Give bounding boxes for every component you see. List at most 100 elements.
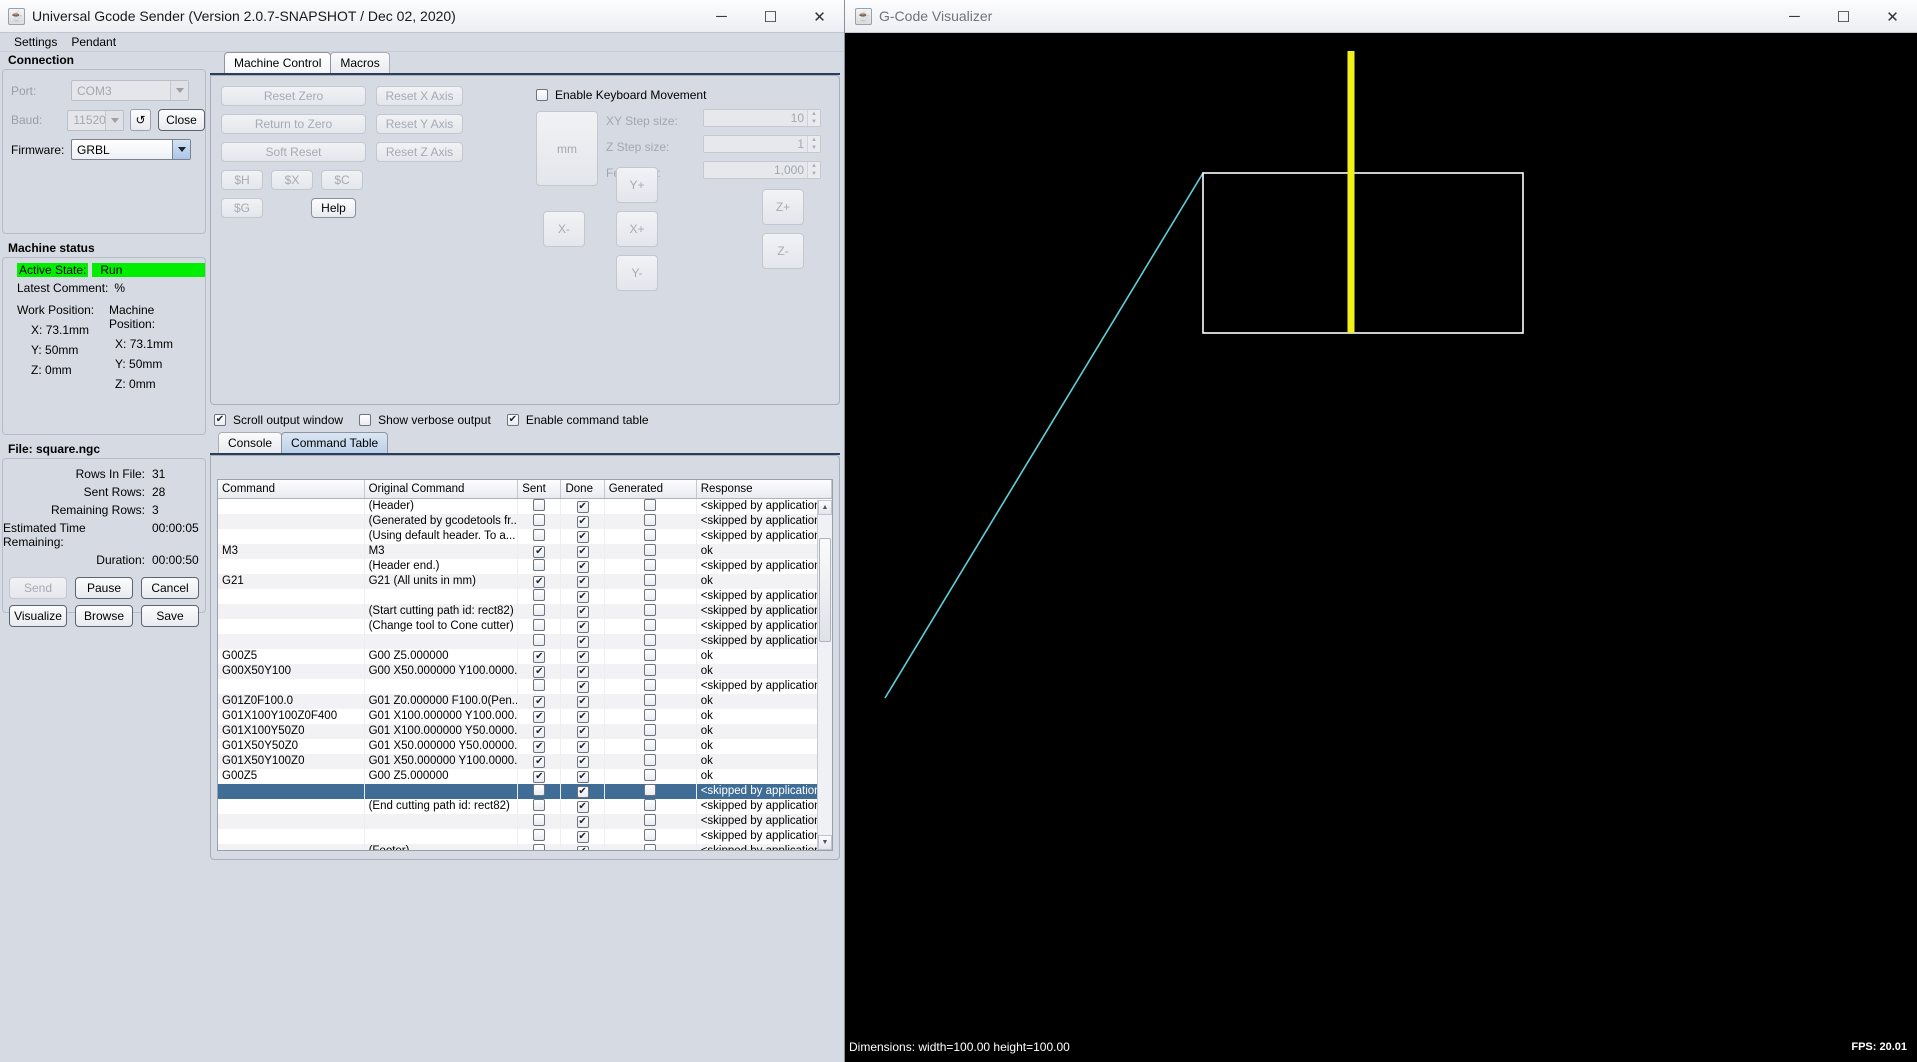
cell-generated-checkbox[interactable]	[644, 783, 657, 796]
cell-generated-checkbox[interactable]	[644, 708, 657, 721]
cell-sent-checkbox[interactable]	[533, 798, 546, 811]
jog-y-plus-button[interactable]: Y+	[616, 167, 658, 203]
cell-generated-checkbox[interactable]	[644, 648, 657, 661]
cell-generated-checkbox[interactable]	[644, 603, 657, 616]
cell-done-checkbox[interactable]	[576, 710, 589, 723]
scroll-down-icon[interactable]: ▼	[818, 835, 832, 850]
cell-done-checkbox[interactable]	[576, 500, 589, 513]
enable-keyboard-movement-row[interactable]: Enable Keyboard Movement	[536, 88, 706, 102]
cell-sent-checkbox[interactable]	[533, 588, 546, 601]
jog-z-minus-button[interactable]: Z-	[762, 233, 804, 269]
cell-sent[interactable]	[517, 753, 562, 769]
table-row[interactable]: (Generated by gcodetools fr... <skipped b…	[218, 513, 832, 529]
cell-done-checkbox[interactable]	[576, 650, 589, 663]
cell-generated[interactable]	[604, 513, 697, 529]
cell-done[interactable]	[560, 708, 605, 724]
cell-sent-checkbox[interactable]	[533, 783, 546, 796]
cell-sent-checkbox[interactable]	[533, 575, 546, 588]
cell-generated[interactable]	[604, 738, 697, 754]
chevron-down-icon[interactable]	[172, 140, 190, 159]
cell-done[interactable]	[560, 798, 605, 814]
cell-generated-checkbox[interactable]	[644, 828, 657, 841]
cell-generated[interactable]	[604, 798, 697, 814]
cell-generated[interactable]	[604, 828, 697, 844]
table-row[interactable]: <skipped by application>	[218, 828, 832, 844]
cell-generated-checkbox[interactable]	[644, 498, 657, 511]
cell-done[interactable]	[560, 678, 605, 694]
cell-done[interactable]	[560, 693, 605, 709]
col-done[interactable]: Done	[560, 480, 605, 499]
visualizer-canvas[interactable]	[845, 33, 1917, 1032]
table-row[interactable]: (Header end.) <skipped by application>	[218, 558, 832, 574]
soft-reset-button[interactable]: Soft Reset	[221, 142, 366, 162]
table-row[interactable]: G01X100Y100Z0F400 G01 X100.000000 Y100.00…	[218, 708, 832, 724]
cell-done-checkbox[interactable]	[576, 725, 589, 738]
tab-machine-control[interactable]: Machine Control	[224, 52, 332, 73]
cell-done[interactable]	[560, 828, 605, 844]
cell-sent-checkbox[interactable]	[533, 725, 546, 738]
cell-generated[interactable]	[604, 753, 697, 769]
cell-done-checkbox[interactable]	[576, 560, 589, 573]
jog-x-minus-button[interactable]: X-	[543, 211, 585, 247]
cell-sent[interactable]	[517, 618, 562, 634]
cell-done-checkbox[interactable]	[576, 785, 589, 798]
menu-settings[interactable]: Settings	[7, 34, 64, 50]
cell-generated[interactable]	[604, 663, 697, 679]
command-table-scrollbar[interactable]: ▲ ▼	[817, 500, 832, 850]
cell-generated-checkbox[interactable]	[644, 633, 657, 646]
cell-sent[interactable]	[517, 588, 562, 604]
cell-generated[interactable]	[604, 558, 697, 574]
cell-done-checkbox[interactable]	[576, 695, 589, 708]
cell-sent[interactable]	[517, 573, 562, 589]
close-connection-button[interactable]: Close	[157, 109, 205, 131]
return-to-zero-button[interactable]: Return to Zero	[221, 114, 366, 134]
scrollbar-thumb[interactable]	[819, 538, 831, 642]
scroll-output-window-checkbox[interactable]	[214, 414, 226, 426]
save-button[interactable]: Save	[141, 605, 199, 627]
close-button[interactable]: ✕	[795, 0, 844, 33]
cell-done[interactable]	[560, 543, 605, 559]
cell-sent-checkbox[interactable]	[533, 498, 546, 511]
cell-generated[interactable]	[604, 603, 697, 619]
cell-generated-checkbox[interactable]	[644, 693, 657, 706]
col-command[interactable]: Command	[218, 480, 365, 499]
cell-sent[interactable]	[517, 498, 562, 514]
cell-sent[interactable]	[517, 558, 562, 574]
table-row[interactable]: <skipped by application>	[218, 783, 832, 799]
cell-sent[interactable]	[517, 648, 562, 664]
table-row[interactable]: <skipped by application>	[218, 813, 832, 829]
cell-sent-checkbox[interactable]	[533, 603, 546, 616]
feed-rate-stepper[interactable]: 1,000 ▲ ▼	[703, 161, 821, 179]
cell-done-checkbox[interactable]	[576, 815, 589, 828]
cell-done[interactable]	[560, 588, 605, 604]
table-row[interactable]: G01X50Y50Z0G01 X50.000000 Y50.00000... ok	[218, 738, 832, 754]
cell-generated-checkbox[interactable]	[644, 513, 657, 526]
cell-generated[interactable]	[604, 573, 697, 589]
cell-generated-checkbox[interactable]	[644, 753, 657, 766]
reset-x-axis-button[interactable]: Reset X Axis	[376, 86, 463, 106]
table-row[interactable]: G01Z0F100.0G01 Z0.000000 F100.0(Pen... ok	[218, 693, 832, 709]
table-row[interactable]: (Using default header. To a... <skipped b…	[218, 528, 832, 544]
cell-sent-checkbox[interactable]	[533, 618, 546, 631]
enable-command-table-checkbox[interactable]	[506, 414, 519, 426]
cell-sent[interactable]	[517, 768, 562, 784]
cell-sent-checkbox[interactable]	[533, 678, 546, 691]
table-row[interactable]: <skipped by application>	[218, 633, 832, 649]
cell-done-checkbox[interactable]	[576, 620, 589, 633]
cell-sent[interactable]	[517, 843, 562, 850]
cell-generated-checkbox[interactable]	[644, 588, 657, 601]
table-row[interactable]: G00X50Y100G00 X50.000000 Y100.0000... ok	[218, 663, 832, 679]
table-row[interactable]: G01X50Y100Z0G01 X50.000000 Y100.0000... o…	[218, 753, 832, 769]
cell-done-checkbox[interactable]	[576, 680, 589, 693]
cell-sent[interactable]	[517, 798, 562, 814]
cell-done-checkbox[interactable]	[576, 605, 589, 618]
cell-generated-checkbox[interactable]	[644, 558, 657, 571]
cell-done-checkbox[interactable]	[576, 590, 589, 603]
reset-y-axis-button[interactable]: Reset Y Axis	[376, 114, 463, 134]
cell-generated[interactable]	[604, 783, 697, 799]
cell-done[interactable]	[560, 813, 605, 829]
maximize-button[interactable]: ☐	[746, 0, 795, 33]
table-row[interactable]: G21G21 (All units in mm) ok	[218, 573, 832, 589]
cell-done-checkbox[interactable]	[576, 845, 589, 850]
cell-sent[interactable]	[517, 543, 562, 559]
